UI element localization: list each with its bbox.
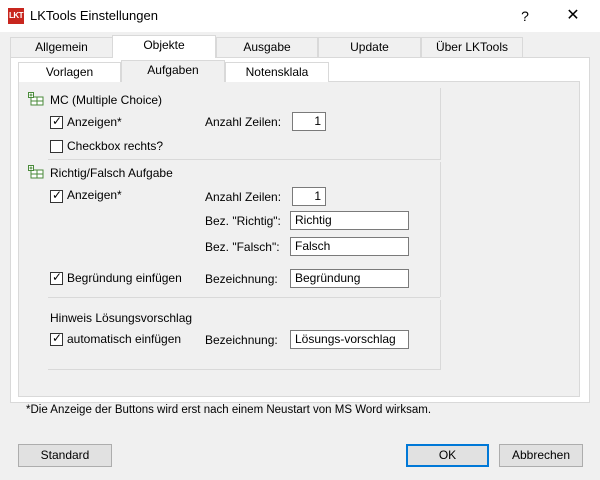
hint-auto-label: automatisch einfügen	[67, 332, 182, 346]
group-divider	[48, 297, 440, 298]
subtab-notenskala[interactable]: Notensklala	[225, 62, 329, 82]
settings-dialog: LKT LKTools Einstellungen ? ✕ Allgemein …	[0, 0, 600, 480]
tf-rows-label: Anzahl Zeilen:	[205, 190, 282, 204]
tab-objekte[interactable]: Objekte	[112, 35, 216, 58]
mc-show-label: Anzeigen*	[67, 115, 122, 129]
ok-button[interactable]: OK	[406, 444, 489, 467]
checkmark-icon: ✓	[51, 331, 63, 345]
tf-reason-label: Begründung einfügen	[67, 271, 182, 285]
subtab-aufgaben[interactable]: Aufgaben	[121, 60, 225, 82]
subtab-vorlagen[interactable]: Vorlagen	[18, 62, 121, 82]
tf-show-checkbox[interactable]: ✓	[50, 188, 63, 203]
tf-true-input[interactable]: Richtig	[290, 211, 409, 230]
help-button[interactable]: ?	[510, 4, 540, 28]
group-border	[440, 300, 441, 370]
checkmark-icon: ✓	[51, 188, 63, 202]
tf-reason-name-label: Bezeichnung:	[205, 272, 278, 286]
group-border	[440, 88, 441, 160]
lktools-app-icon: LKT	[8, 8, 24, 24]
checkmark-icon: ✓	[51, 114, 63, 128]
group-border	[440, 162, 441, 297]
tf-reason-checkbox[interactable]: ✓	[50, 270, 63, 285]
hint-name-label: Bezeichnung:	[205, 333, 278, 347]
tf-false-label: Bez. "Falsch":	[205, 240, 280, 254]
tab-ausgabe[interactable]: Ausgabe	[216, 37, 318, 57]
table-icon	[28, 92, 44, 106]
hint-auto-checkbox[interactable]: ✓	[50, 331, 63, 346]
standard-button[interactable]: Standard	[18, 444, 112, 467]
mc-rows-label: Anzahl Zeilen:	[205, 115, 282, 129]
mc-show-checkbox[interactable]: ✓	[50, 114, 63, 129]
tf-false-input[interactable]: Falsch	[290, 237, 409, 256]
mc-checkbox-right-label: Checkbox rechts?	[67, 139, 164, 153]
tab-allgemein[interactable]: Allgemein	[10, 37, 113, 57]
mc-group-title: MC (Multiple Choice)	[50, 93, 163, 107]
hint-name-input[interactable]: Lösungs-vorschlag	[290, 330, 409, 349]
cancel-button[interactable]: Abbrechen	[499, 444, 583, 467]
checkmark-icon: ✓	[51, 270, 63, 284]
tf-group-title: Richtig/Falsch Aufgabe	[50, 166, 173, 180]
tf-true-label: Bez. "Richtig":	[205, 214, 281, 228]
mc-rows-input[interactable]: 1	[292, 112, 326, 131]
window-title: LKTools Einstellungen	[30, 8, 158, 23]
mc-checkbox-right-checkbox[interactable]	[50, 140, 63, 153]
restart-footnote: *Die Anzeige der Buttons wird erst nach …	[26, 404, 432, 416]
group-divider	[48, 369, 440, 370]
tab-ueber-lktools[interactable]: Über LKTools	[421, 37, 523, 57]
tf-reason-name-input[interactable]: Begründung	[290, 269, 409, 288]
table-icon	[28, 165, 44, 179]
title-bar: LKT LKTools Einstellungen ? ✕	[0, 0, 600, 32]
close-button[interactable]: ✕	[558, 4, 588, 28]
tf-rows-input[interactable]: 1	[292, 187, 326, 206]
hint-group-title: Hinweis Lösungsvorschlag	[50, 311, 193, 325]
tab-update[interactable]: Update	[318, 37, 421, 57]
tf-show-label: Anzeigen*	[67, 188, 122, 202]
group-divider	[48, 159, 440, 160]
